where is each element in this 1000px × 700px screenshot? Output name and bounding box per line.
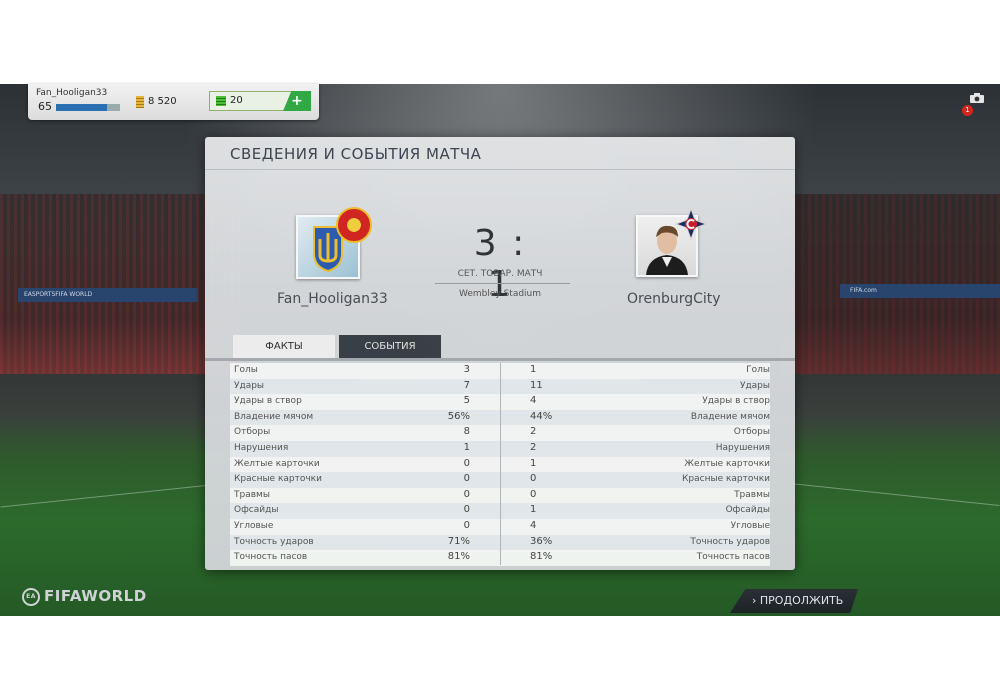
tab-facts[interactable]: ФАКТЫ bbox=[233, 335, 335, 358]
coins-balance: 8 520 bbox=[148, 96, 177, 107]
match-type: СЕТ. ТОВАР. МАТЧ bbox=[457, 269, 543, 279]
continue-label: ПРОДОЛЖИТЬ bbox=[759, 594, 844, 607]
stat-value-home: 0 bbox=[463, 519, 470, 531]
stat-value-home: 0 bbox=[463, 473, 470, 485]
stat-value-home: 8 bbox=[463, 426, 470, 438]
stat-value-away: 1 bbox=[530, 364, 537, 375]
stat-value-home: 71% bbox=[447, 535, 470, 547]
stadium-name: Wembley Stadium bbox=[458, 289, 542, 299]
stat-label-away: Отборы bbox=[733, 427, 770, 438]
camera-icon[interactable] bbox=[970, 93, 984, 103]
fifa-points-box: 20 + bbox=[209, 91, 311, 111]
stat-label-home: Владение мячом bbox=[234, 411, 314, 422]
pitch-line bbox=[790, 483, 1000, 506]
stat-value-away: 0 bbox=[530, 488, 537, 500]
ea-logo-icon: EA bbox=[22, 587, 40, 606]
stat-label-home: Отборы bbox=[234, 427, 271, 438]
stat-label-away: Владение мячом bbox=[690, 411, 770, 422]
stat-value-away: 2 bbox=[530, 426, 537, 438]
xp-progress-fill bbox=[56, 104, 108, 111]
stat-label-home: Точность ударов bbox=[234, 536, 314, 547]
stat-label-home: Удары bbox=[234, 380, 265, 391]
stat-label-home: Офсайды bbox=[234, 505, 279, 516]
stat-label-away: Точность пасов bbox=[696, 552, 770, 563]
crowd-left bbox=[0, 194, 240, 374]
stat-value-away: 0 bbox=[530, 473, 537, 485]
stat-value-away: 4 bbox=[530, 395, 537, 407]
stat-value-away: 2 bbox=[530, 441, 537, 453]
add-points-button[interactable]: + bbox=[283, 91, 311, 111]
stat-label-away: Офсайды bbox=[725, 505, 770, 516]
user-level: 65 bbox=[38, 100, 52, 113]
user-info-bar: Fan_Hooligan33 65 8 520 20 + bbox=[28, 84, 319, 120]
ad-board-right: FIFA.com bbox=[840, 284, 1000, 298]
notification-badge: 1 bbox=[962, 105, 973, 116]
ad-board-left: EASPORTSFIFA WORLD bbox=[18, 288, 198, 302]
stat-value-home: 3 bbox=[463, 364, 470, 375]
fifaworld-logo: EA FIFAWORLD bbox=[22, 587, 147, 606]
stat-value-away: 81% bbox=[530, 551, 553, 563]
stat-label-away: Точность ударов bbox=[690, 536, 770, 547]
stat-label-home: Желтые карточки bbox=[234, 458, 320, 469]
stat-label-away: Удары bbox=[739, 380, 770, 391]
pitch-line bbox=[0, 481, 240, 508]
stat-label-away: Красные карточки bbox=[682, 474, 770, 485]
stat-value-away: 36% bbox=[530, 535, 553, 547]
tab-divider bbox=[205, 358, 795, 361]
home-team-name: Fan_Hooligan33 bbox=[277, 291, 388, 307]
stat-label-away: Травмы bbox=[734, 489, 770, 500]
stat-value-away: 44% bbox=[530, 410, 553, 422]
chicago-fire-badge-icon bbox=[675, 208, 707, 240]
stat-value-home: 5 bbox=[463, 395, 470, 407]
stat-label-away: Желтые карточки bbox=[684, 458, 770, 469]
continue-button[interactable]: › ПРОДОЛЖИТЬ bbox=[730, 589, 858, 613]
points-icon bbox=[216, 96, 226, 106]
stat-label-home: Травмы bbox=[234, 489, 270, 500]
match-facts-panel: СВЕДЕНИЯ И СОБЫТИЯ МАТЧА Fan_Hooligan33 … bbox=[205, 137, 795, 570]
stat-label-home: Нарушения bbox=[234, 442, 289, 453]
stat-value-away: 1 bbox=[530, 504, 537, 516]
stat-value-away: 4 bbox=[530, 519, 537, 531]
stat-value-home: 56% bbox=[447, 410, 470, 422]
chevron-right-icon: › bbox=[752, 594, 757, 607]
stat-label-home: Угловые bbox=[234, 520, 274, 531]
stat-value-home: 0 bbox=[463, 488, 470, 500]
xp-progress-bar bbox=[56, 104, 120, 111]
stat-value-home: 0 bbox=[463, 457, 470, 469]
stat-label-away: Голы bbox=[746, 365, 770, 375]
stat-label-away: Угловые bbox=[730, 520, 770, 531]
score-divider bbox=[435, 283, 570, 284]
manchester-united-badge-icon bbox=[336, 207, 372, 243]
stat-label-home: Точность пасов bbox=[234, 552, 308, 563]
stat-label-home: Красные карточки bbox=[234, 474, 322, 485]
stat-value-home: 1 bbox=[463, 441, 470, 453]
username: Fan_Hooligan33 bbox=[36, 88, 108, 98]
stat-value-home: 7 bbox=[463, 379, 470, 391]
stat-label-home: Удары в створ bbox=[234, 396, 302, 407]
stat-value-home: 0 bbox=[463, 504, 470, 516]
stats-center-divider bbox=[500, 363, 501, 565]
stat-label-away: Нарушения bbox=[715, 442, 770, 453]
away-team-name: OrenburgCity bbox=[627, 291, 721, 307]
panel-title: СВЕДЕНИЯ И СОБЫТИЯ МАТЧА bbox=[230, 145, 482, 163]
stat-value-away: 1 bbox=[530, 457, 537, 469]
points-balance: 20 bbox=[230, 95, 243, 106]
stat-label-away: Удары в створ bbox=[702, 396, 770, 407]
stat-value-home: 81% bbox=[447, 551, 470, 563]
fifaworld-wordmark: FIFAWORLD bbox=[44, 587, 147, 605]
stat-label-home: Голы bbox=[234, 365, 258, 375]
stat-value-away: 11 bbox=[530, 379, 543, 391]
tab-events[interactable]: СОБЫТИЯ bbox=[339, 335, 441, 358]
title-divider bbox=[205, 169, 795, 170]
coins-icon bbox=[136, 96, 144, 108]
